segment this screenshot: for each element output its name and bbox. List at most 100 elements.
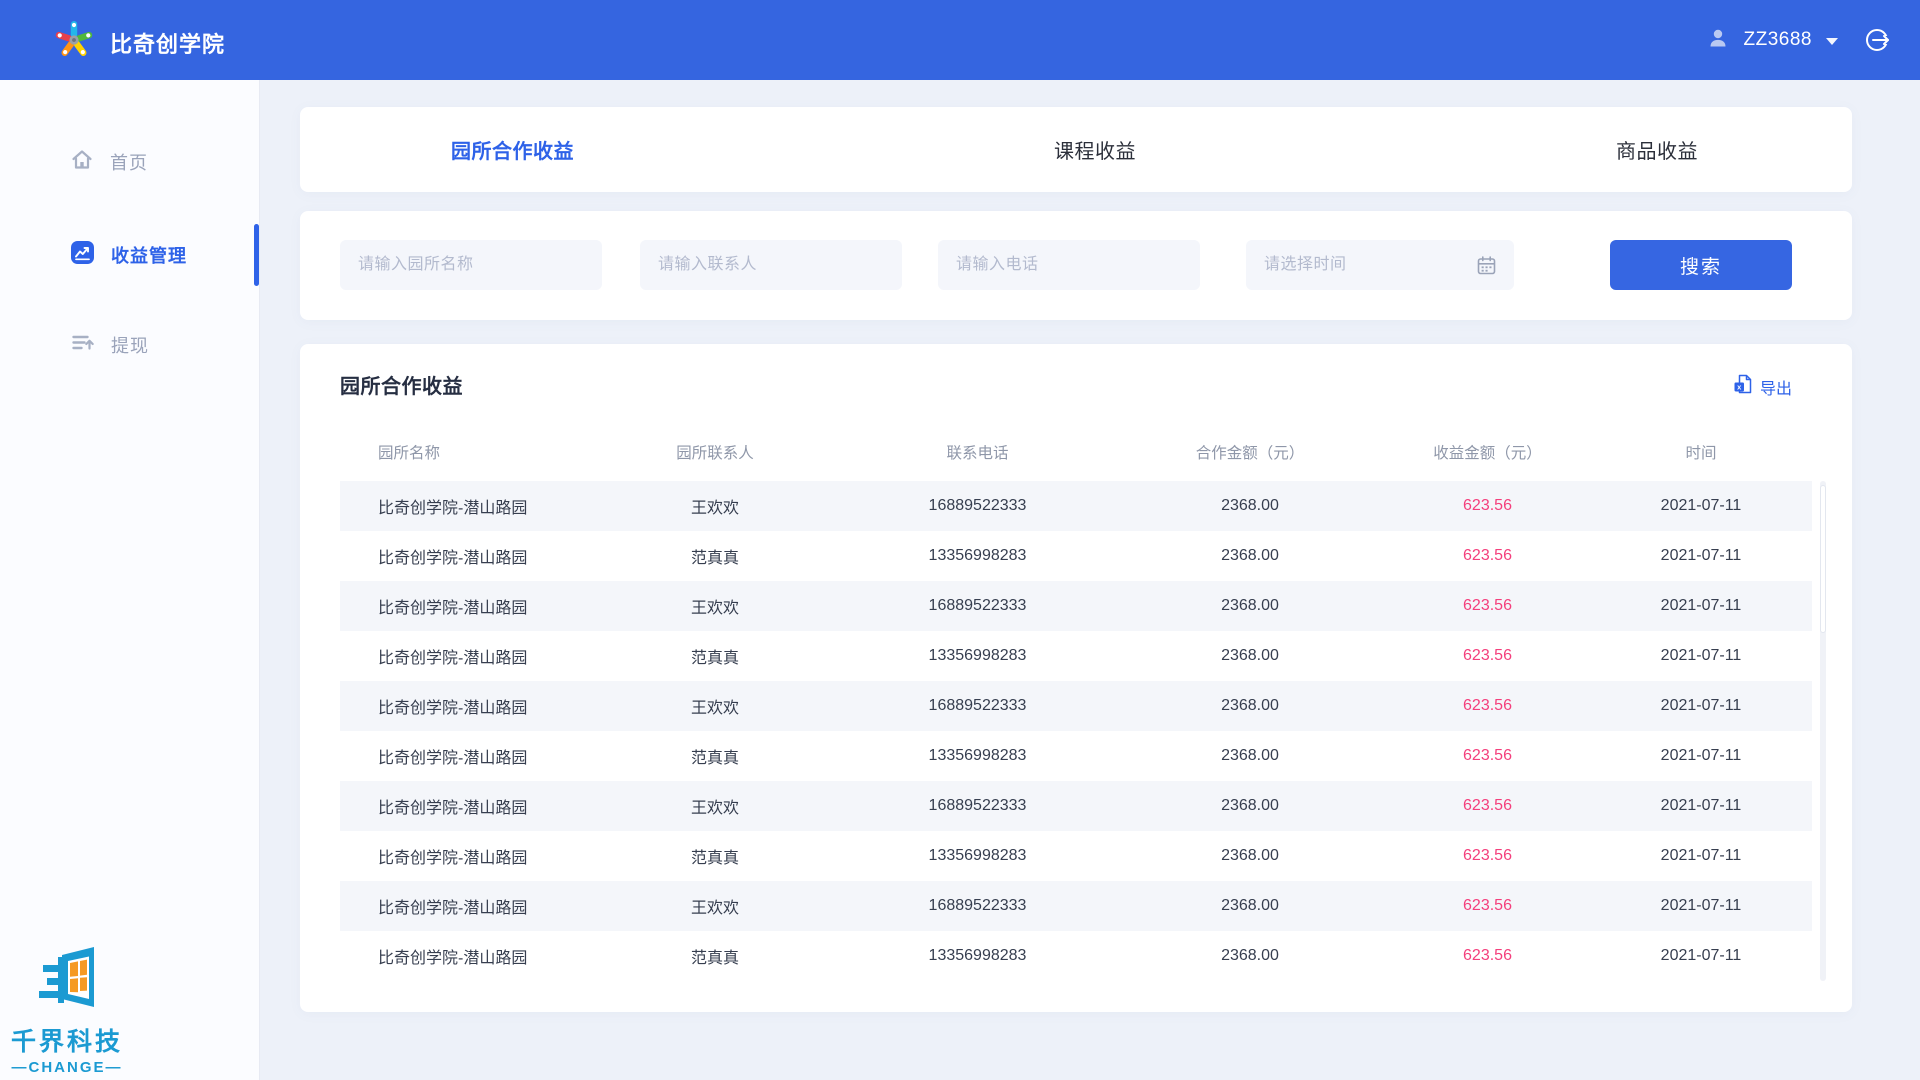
date-picker-input[interactable] [1246, 240, 1514, 290]
table-cell: 范真真 [590, 844, 840, 868]
table-cell: 2368.00 [1115, 597, 1385, 615]
column-header: 合作金额（元） [1115, 441, 1385, 463]
revenue-table-card: 园所合作收益 x 导出 园所名称 园所联系人 联系电话 合作金额（元） 收益金额… [300, 344, 1852, 1012]
excel-file-icon: x [1733, 374, 1753, 399]
table-cell: 比奇创学院-潜山路园 [340, 894, 590, 918]
table-cell: 范真真 [590, 644, 840, 668]
table-cell: 比奇创学院-潜山路园 [340, 644, 590, 668]
column-header: 园所名称 [340, 441, 590, 463]
table-row: 比奇创学院-潜山路园王欢欢168895223332368.00623.56202… [340, 681, 1812, 731]
user-avatar-icon [1706, 26, 1730, 55]
username-label[interactable]: ZZ3688 [1744, 29, 1812, 51]
footer-logo-subtitle: —CHANGE— [0, 1059, 134, 1076]
park-name-input[interactable] [340, 240, 602, 290]
table-cell: 13356998283 [840, 847, 1115, 865]
table-cell: 16889522333 [840, 597, 1115, 615]
table-cell: 13356998283 [840, 947, 1115, 965]
table-cell: 比奇创学院-潜山路园 [340, 494, 590, 518]
table-cell: 2021-07-11 [1590, 947, 1812, 965]
column-header: 时间 [1590, 441, 1812, 463]
table-row: 比奇创学院-潜山路园范真真133569982832368.00623.56202… [340, 531, 1812, 581]
table-cell: 比奇创学院-潜山路园 [340, 544, 590, 568]
column-header: 联系电话 [840, 441, 1115, 463]
table-cell: 13356998283 [840, 647, 1115, 665]
sidebar-item-withdraw[interactable]: 提现 [0, 317, 259, 373]
sidebar-item-label: 提现 [111, 332, 149, 358]
table-cell: 2368.00 [1115, 797, 1385, 815]
table-cell: 623.56 [1385, 647, 1590, 665]
table-header-row: 园所名称 园所联系人 联系电话 合作金额（元） 收益金额（元） 时间 [340, 429, 1812, 475]
table-cell: 2368.00 [1115, 697, 1385, 715]
table-cell: 2021-07-11 [1590, 647, 1812, 665]
table-cell: 2368.00 [1115, 847, 1385, 865]
table-row: 比奇创学院-潜山路园范真真133569982832368.00623.56202… [340, 731, 1812, 781]
table-cell: 王欢欢 [590, 694, 840, 718]
footer-logo-mark-icon [34, 1002, 100, 1019]
home-icon [70, 148, 94, 177]
table-row: 比奇创学院-潜山路园王欢欢168895223332368.00623.56202… [340, 481, 1812, 531]
table-row: 比奇创学院-潜山路园王欢欢168895223332368.00623.56202… [340, 881, 1812, 931]
search-button[interactable]: 搜索 [1610, 240, 1792, 290]
search-filter-bar: 搜索 [300, 211, 1852, 320]
table-scrollbar-thumb[interactable] [1820, 485, 1826, 633]
table-cell: 王欢欢 [590, 794, 840, 818]
table-cell: 623.56 [1385, 847, 1590, 865]
table-cell: 13356998283 [840, 747, 1115, 765]
column-header: 园所联系人 [590, 441, 840, 463]
table-cell: 13356998283 [840, 547, 1115, 565]
sidebar-item-home[interactable]: 首页 [0, 134, 259, 190]
sidebar-item-revenue[interactable]: 收益管理 [0, 227, 259, 283]
contact-input[interactable] [640, 240, 902, 290]
table-cell: 2021-07-11 [1590, 597, 1812, 615]
export-button[interactable]: x 导出 [1733, 374, 1792, 399]
table-row: 比奇创学院-潜山路园王欢欢168895223332368.00623.56202… [340, 581, 1812, 631]
table-cell: 623.56 [1385, 797, 1590, 815]
table-cell: 王欢欢 [590, 594, 840, 618]
table-cell: 比奇创学院-潜山路园 [340, 844, 590, 868]
table-cell: 2368.00 [1115, 547, 1385, 565]
revenue-tabs-bar: 园所合作收益 课程收益 商品收益 [300, 107, 1852, 192]
table-cell: 16889522333 [840, 497, 1115, 515]
sidebar-item-label: 收益管理 [111, 242, 187, 268]
tab-course-revenue[interactable]: 课程收益 [1054, 135, 1136, 164]
table-cell: 2368.00 [1115, 647, 1385, 665]
table-cell: 2021-07-11 [1590, 847, 1812, 865]
revenue-chart-icon [70, 240, 95, 270]
column-header: 收益金额（元） [1385, 441, 1590, 463]
table-row: 比奇创学院-潜山路园范真真133569982832368.00623.56202… [340, 631, 1812, 681]
active-indicator [254, 224, 259, 286]
logout-button[interactable] [1864, 26, 1892, 54]
withdraw-icon [70, 330, 95, 360]
tab-product-revenue[interactable]: 商品收益 [1616, 135, 1698, 164]
table-cell: 623.56 [1385, 547, 1590, 565]
table-cell: 623.56 [1385, 897, 1590, 915]
table-cell: 比奇创学院-潜山路园 [340, 944, 590, 968]
table-cell: 623.56 [1385, 697, 1590, 715]
top-header-bar: 比奇创学院 ZZ3688 [0, 0, 1920, 80]
phone-input[interactable] [938, 240, 1200, 290]
table-cell: 2021-07-11 [1590, 497, 1812, 515]
table-cell: 2021-07-11 [1590, 897, 1812, 915]
footer-logo-name: 千界科技 [0, 1022, 134, 1058]
table-cell: 623.56 [1385, 597, 1590, 615]
table-cell: 623.56 [1385, 497, 1590, 515]
table-cell: 2021-07-11 [1590, 797, 1812, 815]
table-cell: 比奇创学院-潜山路园 [340, 694, 590, 718]
table-cell: 623.56 [1385, 747, 1590, 765]
table-scrollbar-track[interactable] [1820, 481, 1826, 981]
table-cell: 623.56 [1385, 947, 1590, 965]
table-cell: 2368.00 [1115, 747, 1385, 765]
table-cell: 王欢欢 [590, 894, 840, 918]
tab-park-cooperation-revenue[interactable]: 园所合作收益 [451, 135, 574, 164]
table-cell: 2021-07-11 [1590, 697, 1812, 715]
table-cell: 范真真 [590, 544, 840, 568]
footer-logo: 千界科技 —CHANGE— [0, 945, 134, 1076]
brand-title: 比奇创学院 [110, 27, 225, 59]
chevron-down-icon[interactable] [1826, 38, 1838, 45]
table-row: 比奇创学院-潜山路园范真真133569982832368.00623.56202… [340, 831, 1812, 881]
table-cell: 16889522333 [840, 897, 1115, 915]
table-row: 比奇创学院-潜山路园王欢欢168895223332368.00623.56202… [340, 781, 1812, 831]
brand: 比奇创学院 [52, 18, 225, 67]
table-cell: 2368.00 [1115, 947, 1385, 965]
table-body: 比奇创学院-潜山路园王欢欢168895223332368.00623.56202… [340, 481, 1812, 981]
